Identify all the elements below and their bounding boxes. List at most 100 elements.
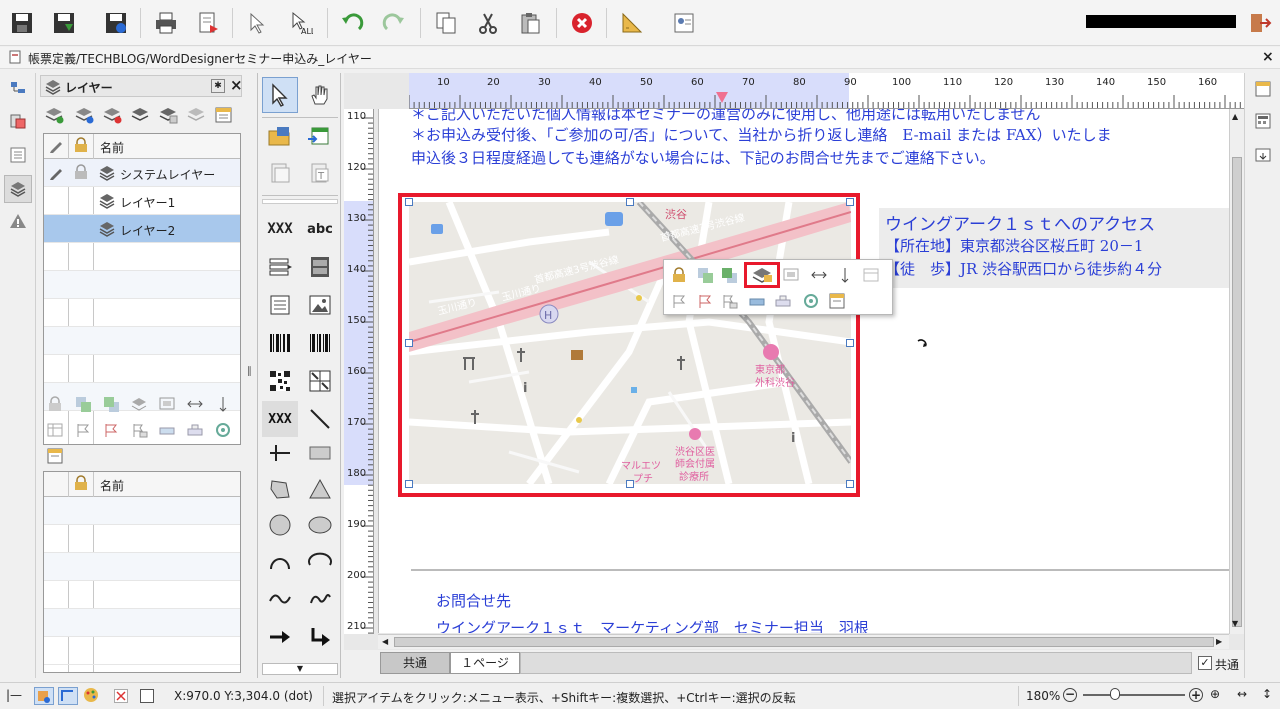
- logout-icon[interactable]: [1244, 7, 1276, 39]
- resize-handle[interactable]: [405, 198, 413, 206]
- scroll-left-icon[interactable]: ◀: [382, 637, 388, 646]
- hand-tool-icon[interactable]: [302, 77, 338, 113]
- scroll-right-icon[interactable]: ▶: [1216, 637, 1222, 646]
- label-text-tool[interactable]: abc: [302, 211, 338, 247]
- fit-width-icon[interactable]: ⊕: [1210, 687, 1220, 701]
- notice-line-2[interactable]: ＊お申込み受付後、「ご参加の可/否」について、当社から折り返し連絡 E-mail…: [411, 124, 1112, 145]
- field-icon[interactable]: [748, 292, 766, 313]
- layer-row-1[interactable]: レイヤー1: [44, 187, 240, 215]
- resize-handle[interactable]: [846, 339, 854, 347]
- notice-line-3[interactable]: 申込後３日程度経過しても連絡がない場合には、下記のお問合せ先までご連絡下さい。: [411, 147, 995, 168]
- save-icon[interactable]: [6, 7, 38, 39]
- cut-icon[interactable]: [472, 7, 504, 39]
- zoom-slider-track[interactable]: [1083, 694, 1185, 696]
- vertical-scrollbar[interactable]: ▲ ▼: [1229, 109, 1244, 634]
- barcode2-tool-icon[interactable]: [302, 325, 338, 361]
- layer-row-2-selected[interactable]: レイヤー2: [44, 215, 240, 243]
- resize-handle[interactable]: [626, 198, 634, 206]
- right-export-icon[interactable]: [1251, 143, 1275, 167]
- group-icon[interactable]: [158, 395, 176, 416]
- field-group-icon[interactable]: [774, 292, 792, 313]
- resize-handle[interactable]: [405, 339, 413, 347]
- move-to-layer-icon[interactable]: [744, 262, 780, 288]
- resize-handle[interactable]: [846, 198, 854, 206]
- flag-list-icon[interactable]: [130, 421, 148, 442]
- horizontal-scroll-thumb[interactable]: [394, 637, 1214, 647]
- qrcode-tool-icon[interactable]: [262, 363, 298, 399]
- align-vertical-icon[interactable]: [836, 266, 854, 287]
- item-properties-icon[interactable]: [828, 292, 846, 313]
- list-tool-icon[interactable]: [262, 249, 298, 285]
- print-preview-icon[interactable]: [192, 7, 224, 39]
- pin-icon[interactable]: ✱: [211, 79, 225, 93]
- move-layer-icon[interactable]: [130, 395, 148, 416]
- frame-toggle-checkbox[interactable]: [140, 689, 154, 703]
- layer-move-up-icon[interactable]: [130, 106, 150, 127]
- paste-icon[interactable]: [514, 7, 546, 39]
- resize-handle[interactable]: [626, 480, 634, 488]
- add-layer-icon[interactable]: [44, 106, 64, 127]
- bring-front-icon[interactable]: [74, 395, 92, 416]
- table-tool-icon[interactable]: [262, 287, 298, 323]
- wave-tool-icon[interactable]: [262, 581, 298, 617]
- image-tool-icon[interactable]: [302, 287, 338, 323]
- access-address[interactable]: 【所在地】東京都渋谷区桜丘町 20－1: [885, 235, 1143, 256]
- align-horizontal-icon[interactable]: [186, 395, 204, 416]
- redo-icon[interactable]: [378, 7, 410, 39]
- anchor-icon[interactable]: |—: [6, 688, 22, 702]
- flag-icon[interactable]: [670, 292, 688, 313]
- layer-move-down-icon[interactable]: [158, 106, 178, 127]
- arrow-tool-icon[interactable]: [262, 619, 298, 655]
- select-all-icon[interactable]: ALL: [285, 7, 317, 39]
- resize-handle[interactable]: [405, 480, 413, 488]
- insert-layer-icon[interactable]: [74, 106, 94, 127]
- close-document-icon[interactable]: ×: [1262, 49, 1274, 65]
- vertical-ruler[interactable]: 110 120 130 140 150 160 170 180 190 200 …: [344, 109, 374, 634]
- flag-red-icon[interactable]: [696, 292, 714, 313]
- ruler-position-marker-icon[interactable]: [715, 91, 729, 108]
- layer-row-system[interactable]: システムレイヤー: [44, 159, 240, 187]
- ruler-tool-icon[interactable]: [616, 7, 648, 39]
- map-image[interactable]: H i i 渋谷 首都高速3号渋谷線 首都高速3号渋谷線 玉川通り 玉川通り 東…: [409, 202, 851, 484]
- layer-properties-icon[interactable]: [214, 106, 234, 127]
- recycle-icon[interactable]: [214, 421, 232, 442]
- edit-layer-icon[interactable]: [49, 165, 65, 184]
- palette-scroll-down-icon[interactable]: ▼: [262, 663, 338, 675]
- group-icon[interactable]: [782, 266, 800, 287]
- zoom-out-icon[interactable]: −: [1063, 688, 1077, 702]
- paste-format-icon[interactable]: [6, 109, 30, 133]
- delete-icon[interactable]: [566, 7, 598, 39]
- horizontal-ruler[interactable]: 10 20 30 40 50 60 70 80 90 100 110 120 1…: [409, 73, 1244, 109]
- polygon-tool-icon[interactable]: [262, 471, 298, 507]
- pointer-tool-icon[interactable]: [262, 77, 298, 113]
- fit-vertical-icon[interactable]: ↕: [1262, 687, 1272, 701]
- recycle-icon[interactable]: [802, 292, 820, 313]
- zoom-slider-thumb[interactable]: [1110, 688, 1120, 700]
- close-panel-icon[interactable]: ×: [230, 76, 243, 94]
- lock-item-icon[interactable]: [46, 395, 64, 416]
- arc-tool-icon[interactable]: [262, 543, 298, 579]
- resize-handle[interactable]: [846, 480, 854, 488]
- color-palette-icon[interactable]: [82, 687, 102, 705]
- tree-view-icon[interactable]: [6, 77, 30, 101]
- barcode-tool-icon[interactable]: [262, 325, 298, 361]
- save-history-icon[interactable]: [100, 7, 132, 39]
- group-box-tool-icon[interactable]: [302, 249, 338, 285]
- lock-layer-icon[interactable]: [74, 164, 88, 183]
- send-back-icon[interactable]: [102, 395, 120, 416]
- field-group-icon[interactable]: [186, 421, 204, 442]
- list-view-icon[interactable]: [6, 143, 30, 167]
- right-calculator-icon[interactable]: [1251, 109, 1275, 133]
- shared-checkbox[interactable]: ✓: [1198, 656, 1212, 670]
- align-horizontal-icon[interactable]: [810, 266, 828, 287]
- send-back-icon[interactable]: [720, 266, 738, 287]
- vertical-scroll-thumb[interactable]: [1232, 157, 1242, 627]
- page-frame-icon[interactable]: [262, 155, 298, 191]
- print-icon[interactable]: [150, 7, 182, 39]
- access-walk[interactable]: 【徒 歩】JR 渋谷駅西口から徒歩約４分: [885, 258, 1162, 279]
- open-folder-icon[interactable]: [262, 119, 298, 155]
- flag-icon[interactable]: [74, 421, 92, 442]
- contact-line[interactable]: ウイングアーク１ｓｔ マーケティング部 セミナー担当 羽根: [436, 617, 869, 633]
- table-icon[interactable]: [46, 421, 64, 442]
- report-page[interactable]: ＊ご記入いただいた個人情報は本セミナーの運営のみに使用し、他用途には転用いたしま…: [378, 109, 1230, 633]
